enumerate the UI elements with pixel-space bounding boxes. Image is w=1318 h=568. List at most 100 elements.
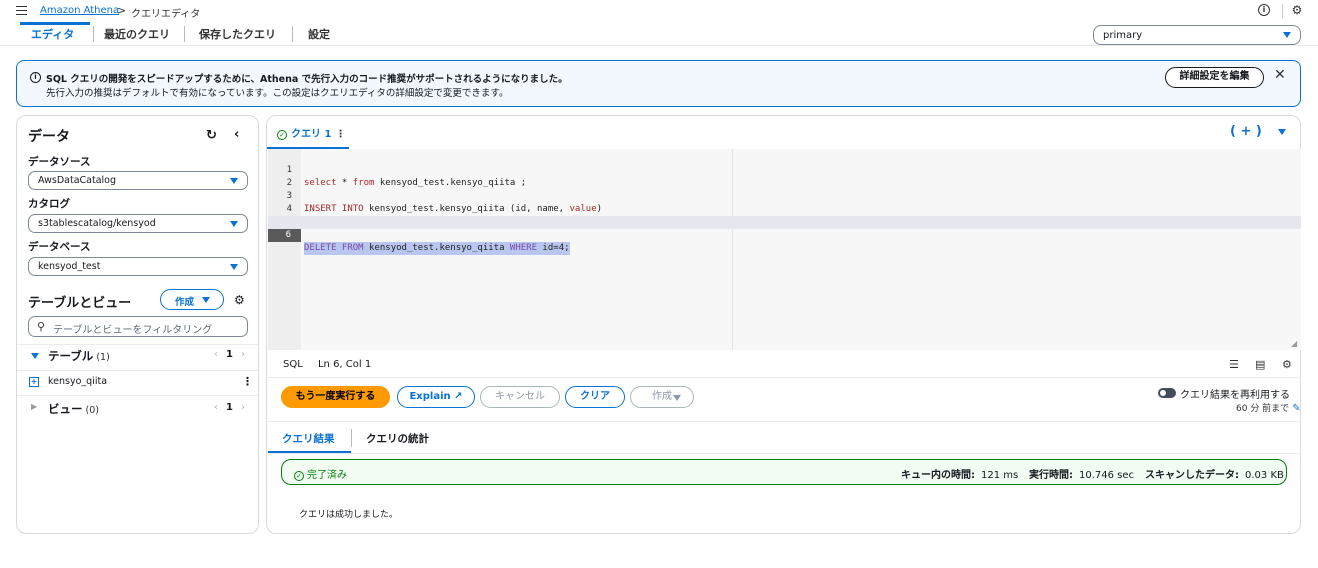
status-badge: ✓ 完了済み <box>294 466 347 481</box>
divider <box>292 26 293 42</box>
result-message: クエリは成功しました。 <box>299 510 399 520</box>
run-again-button[interactable]: もう一度実行する <box>281 386 390 408</box>
views-pagination: ‹ 1 › <box>214 402 245 413</box>
edit-preferences-button[interactable]: 詳細設定を編集 <box>1165 67 1264 88</box>
refresh-icon[interactable]: ↻ <box>206 128 217 143</box>
breadcrumb-current: クエリエディタ <box>131 9 201 20</box>
edit-pencil-icon[interactable]: ✎ <box>1292 403 1300 414</box>
banner-title: SQL クエリの開発をスピードアップするために、Athena で先行入力のコード… <box>46 74 568 85</box>
divider <box>268 377 1301 378</box>
query-tab-label: クエリ 1 <box>291 129 332 140</box>
success-icon: ✓ <box>294 471 304 481</box>
query-tab-1[interactable]: ✓ クエリ 1 ⋮ <box>277 125 345 140</box>
datasource-value: AwsDataCatalog <box>38 175 116 186</box>
tab-query-results[interactable]: クエリ結果 <box>282 431 335 446</box>
table-icon: + <box>29 377 39 387</box>
table-row[interactable]: + kensyo_qiita ⋮ <box>28 375 253 393</box>
breadcrumb-separator-icon: > <box>117 4 127 17</box>
explain-button[interactable]: Explain ↗ <box>397 386 475 408</box>
database-value: kensyod_test <box>38 261 101 272</box>
tables-label: テーブル (1) <box>48 349 110 363</box>
code-line: 4 VALUES (4, 'Test Name 4',400); <box>268 190 1301 227</box>
menu-icon[interactable] <box>16 6 27 15</box>
divider <box>0 45 1318 46</box>
close-icon[interactable]: ✕ <box>1274 67 1286 83</box>
create-menu-button[interactable]: 作成 <box>630 386 694 408</box>
more-actions-icon[interactable]: ⋮ <box>242 375 253 388</box>
info-banner: i SQL クエリの開発をスピードアップするために、Athena で先行入力のコ… <box>16 60 1301 107</box>
collapse-icon[interactable]: ‹ <box>234 127 239 142</box>
table-filter-input[interactable]: ⚲ テーブルとビューをフィルタリング <box>28 316 248 337</box>
tables-section[interactable]: テーブル (1) ‹ 1 › <box>28 348 250 366</box>
views-label: ビュー (0) <box>48 402 99 416</box>
more-actions-icon[interactable]: ⋮ <box>335 129 345 140</box>
breadcrumb-athena-link[interactable]: Amazon Athena <box>40 5 119 16</box>
query-status-box: ✓ 完了済み キュー内の時間: 121 ms 実行時間: 10.746 sec スキャ… <box>281 459 1287 485</box>
tab-recent-queries[interactable]: 最近のクエリ <box>104 26 170 42</box>
gear-icon[interactable]: ⚙ <box>234 293 245 307</box>
sql-editor[interactable]: 1 select * from kensyod_test.kensyo_qiit… <box>268 149 1301 350</box>
divider <box>17 370 258 371</box>
datasource-label: データソース <box>28 156 91 168</box>
tab-saved-queries[interactable]: 保存したクエリ <box>199 26 276 42</box>
caret-down-icon <box>230 178 238 184</box>
clear-button[interactable]: クリア <box>565 386 625 408</box>
editor-status: SQL Ln 6, Col 1 <box>283 359 383 370</box>
divider <box>184 26 185 42</box>
code-line: 3 INSERT INTO kensyod_test.kensyo_qiita … <box>268 177 1301 214</box>
tables-page: 1 <box>226 349 233 360</box>
code-line: 2 <box>268 164 1301 188</box>
divider <box>268 421 1301 422</box>
create-table-button[interactable]: 作成 <box>160 289 224 310</box>
caret-down-icon <box>1283 32 1291 38</box>
tables-pagination: ‹ 1 › <box>214 349 245 360</box>
create-label: 作成 <box>175 297 195 308</box>
workgroup-value: primary <box>1103 30 1143 41</box>
tab-query-stats[interactable]: クエリの統計 <box>366 431 429 446</box>
workgroup-select[interactable]: primary <box>1093 25 1301 45</box>
tables-count: (1) <box>96 352 110 363</box>
info-icon: i <box>30 72 41 83</box>
code-line-active: 6 DELETE FROM kensyod_test.kensyo_qiita … <box>268 216 1301 255</box>
new-query-tab-button[interactable]: ( + ) <box>1230 124 1262 139</box>
caret-down-icon <box>230 264 238 270</box>
views-count: (0) <box>85 405 99 416</box>
tab-editor[interactable]: エディタ <box>31 26 74 42</box>
catalog-select[interactable]: s3tablescatalog/kensyod <box>28 214 248 233</box>
caret-right-icon: ▶ <box>31 402 38 411</box>
divider <box>93 26 94 42</box>
editor-settings-gear-icon[interactable]: ⚙ <box>1282 358 1292 371</box>
filter-placeholder: テーブルとビューをフィルタリング <box>53 325 213 336</box>
settings-icon[interactable]: ⚙ <box>1291 4 1303 16</box>
reuse-results-toggle[interactable] <box>1158 388 1176 398</box>
views-section[interactable]: ▶ ビュー (0) ‹ 1 › <box>28 401 250 419</box>
database-label: データベース <box>28 241 91 253</box>
divider <box>17 344 258 345</box>
divider <box>1282 4 1283 18</box>
caret-down-icon <box>31 353 39 359</box>
info-icon[interactable]: i <box>1258 4 1270 16</box>
caret-down-icon <box>673 395 681 401</box>
code-line: 1 select * from kensyod_test.kensyo_qiit… <box>268 151 1301 188</box>
database-select[interactable]: kensyod_test <box>28 257 248 276</box>
success-icon: ✓ <box>277 130 287 140</box>
datasource-select[interactable]: AwsDataCatalog <box>28 171 248 190</box>
caret-down-icon <box>202 297 210 303</box>
cancel-button[interactable]: キャンセル <box>480 386 560 408</box>
format-query-icon[interactable]: ☰ <box>1229 358 1239 371</box>
line-number: 6 <box>268 229 301 242</box>
tab-settings[interactable]: 設定 <box>308 26 330 42</box>
keyboard-shortcuts-icon[interactable]: ▤ <box>1255 358 1265 371</box>
catalog-value: s3tablescatalog/kensyod <box>38 218 156 229</box>
reuse-results-duration: 60 分 前まで ✎ <box>1236 403 1301 414</box>
table-name: kensyo_qiita <box>48 376 108 387</box>
tables-views-title: テーブルとビュー <box>28 296 132 311</box>
query-editor-panel: ✓ クエリ 1 ⋮ ( + ) 1 select * from kensyod_te… <box>266 115 1301 534</box>
editor-language: SQL <box>283 359 303 370</box>
top-bar: Amazon Athena > クエリエディタ i ⚙ <box>0 0 1318 24</box>
divider <box>268 453 1301 454</box>
divider <box>351 429 352 447</box>
data-scanned: スキャンしたデータ: 0.03 KB <box>1145 470 1284 481</box>
caret-down-icon[interactable] <box>1278 129 1286 135</box>
resize-handle-icon[interactable]: ◢ <box>1291 339 1297 348</box>
